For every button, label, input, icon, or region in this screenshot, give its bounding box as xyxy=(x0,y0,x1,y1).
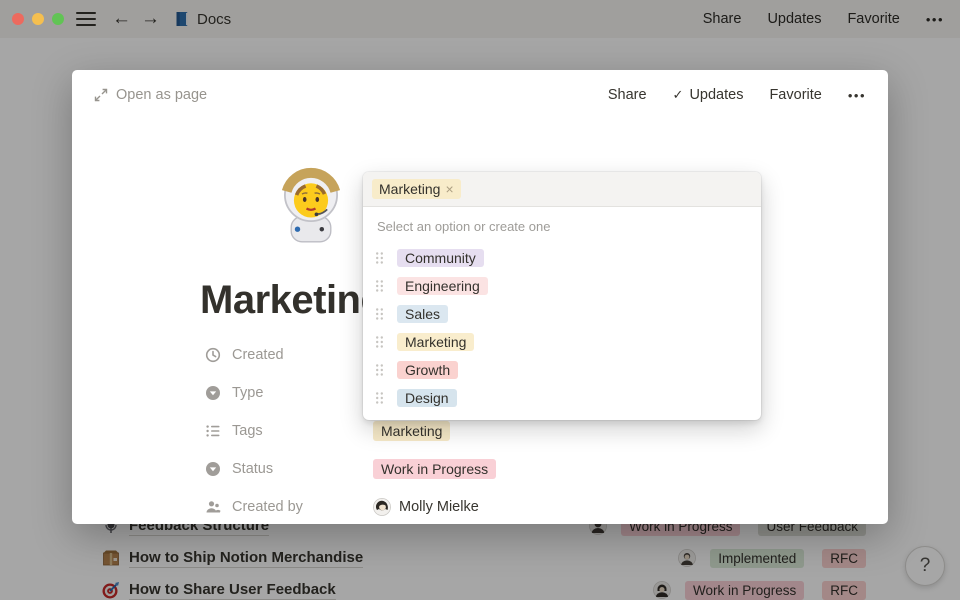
option-community[interactable]: Community xyxy=(363,244,761,272)
modal-more-button[interactable]: ••• xyxy=(848,88,866,103)
minimize-window-button[interactable] xyxy=(32,13,44,25)
option-engineering[interactable]: Engineering xyxy=(363,272,761,300)
property-label: Created xyxy=(232,347,284,363)
property-label: Created by xyxy=(232,499,303,515)
tags-value-pill: Marketing xyxy=(373,421,450,441)
selected-tag-chip: Marketing × xyxy=(372,179,461,199)
zoom-window-button[interactable] xyxy=(52,13,64,25)
check-icon: ✓ xyxy=(673,87,684,103)
property-value[interactable]: Work in Progress xyxy=(373,459,496,479)
tag-select-dropdown: Marketing × Select an option or create o… xyxy=(363,172,761,420)
page-title[interactable]: Marketing xyxy=(200,278,384,323)
property-label: Tags xyxy=(232,423,263,439)
tag-input[interactable]: Marketing × xyxy=(363,172,761,207)
property-row-status[interactable]: Status Work in Progress xyxy=(205,450,765,488)
expand-diagonal-icon xyxy=(94,88,108,102)
option-marketing[interactable]: Marketing xyxy=(363,328,761,356)
drag-handle-icon[interactable] xyxy=(375,335,384,349)
option-pill: Sales xyxy=(397,305,448,323)
option-design[interactable]: Design xyxy=(363,384,761,412)
open-as-page-button[interactable]: Open as page xyxy=(94,87,207,103)
person-icon xyxy=(205,499,221,515)
clock-icon xyxy=(205,347,221,363)
select-icon xyxy=(205,461,221,477)
property-row-created-by[interactable]: Created by Molly Mielke xyxy=(205,488,765,526)
woman-astronaut-emoji[interactable] xyxy=(275,164,347,244)
modal-share-button[interactable]: Share xyxy=(608,87,647,103)
window-controls xyxy=(12,13,64,25)
drag-handle-icon[interactable] xyxy=(375,251,384,265)
option-pill: Community xyxy=(397,249,484,267)
drag-handle-icon[interactable] xyxy=(375,363,384,377)
property-label: Status xyxy=(232,461,273,477)
dropdown-hint: Select an option or create one xyxy=(363,207,761,239)
list-icon xyxy=(205,423,221,439)
drag-handle-icon[interactable] xyxy=(375,279,384,293)
page-preview-modal: Open as page Share ✓ Updates Favorite ••… xyxy=(72,70,888,524)
option-sales[interactable]: Sales xyxy=(363,300,761,328)
created-by-name: Molly Mielke xyxy=(399,499,479,515)
created-by-user: Molly Mielke xyxy=(373,498,479,516)
drag-handle-icon[interactable] xyxy=(375,307,384,321)
option-pill: Design xyxy=(397,389,457,407)
option-pill: Engineering xyxy=(397,277,488,295)
option-pill: Marketing xyxy=(397,333,474,351)
dropdown-options: Community Engineering Sales Marketing Gr… xyxy=(363,239,761,420)
select-icon xyxy=(205,385,221,401)
status-value-pill: Work in Progress xyxy=(373,459,496,479)
modal-updates-button[interactable]: ✓ Updates xyxy=(673,87,744,103)
modal-favorite-button[interactable]: Favorite xyxy=(769,87,821,103)
property-label: Type xyxy=(232,385,263,401)
property-value[interactable]: Marketing xyxy=(373,421,450,441)
property-value[interactable]: Molly Mielke xyxy=(373,498,479,516)
drag-handle-icon[interactable] xyxy=(375,391,384,405)
remove-tag-icon[interactable]: × xyxy=(445,182,453,196)
option-growth[interactable]: Growth xyxy=(363,356,761,384)
modal-header: Open as page Share ✓ Updates Favorite ••… xyxy=(72,70,888,120)
molly-avatar xyxy=(373,498,391,516)
selected-tag-label: Marketing xyxy=(379,181,440,197)
option-pill: Growth xyxy=(397,361,458,379)
close-window-button[interactable] xyxy=(12,13,24,25)
open-as-page-label: Open as page xyxy=(116,87,207,103)
